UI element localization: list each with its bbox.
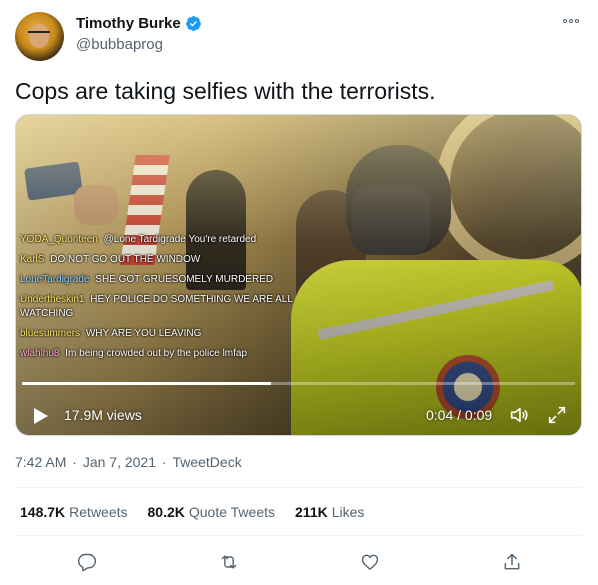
- reply-icon: [77, 553, 97, 572]
- tweet-source[interactable]: TweetDeck: [172, 454, 241, 470]
- share-button[interactable]: [497, 547, 527, 577]
- author-handle[interactable]: @bubbaprog: [76, 36, 163, 53]
- chat-line: LoneTardigrade SHE GOT GRUESOMELY MURDER…: [20, 273, 320, 287]
- play-icon[interactable]: [30, 406, 50, 426]
- chat-line: YODA_Quonteen @Lone Tardigrade You're re…: [20, 233, 320, 247]
- quotes-count: 80.2K: [147, 504, 185, 520]
- chat-line: wlahlhu8 Im being crowded out by the pol…: [20, 347, 320, 361]
- fullscreen-icon[interactable]: [546, 404, 568, 426]
- volume-icon[interactable]: [508, 404, 530, 426]
- chat-user: KarlS: [20, 254, 45, 265]
- more-dot: [575, 19, 579, 23]
- share-icon: [504, 553, 520, 570]
- chat-message: Im being crowded out by the police lmfap: [65, 348, 248, 359]
- video-player[interactable]: YODA_Quonteen @Lone Tardigrade You're re…: [15, 114, 582, 436]
- retweets-stat[interactable]: 148.7K Retweets: [20, 504, 128, 520]
- chat-line: Undertheskin1 HEY POLICE DO SOMETHING WE…: [20, 293, 320, 321]
- chat-message: DO NOT GO OUT THE WINDOW: [50, 254, 201, 265]
- likes-count: 211K: [295, 504, 328, 520]
- tweet-time[interactable]: 7:42 AM: [15, 454, 66, 470]
- chat-message: SHE GOT GRUESOMELY MURDERED: [95, 274, 274, 285]
- video-progress-fill: [22, 382, 271, 385]
- author-name[interactable]: Timothy Burke: [76, 15, 181, 32]
- likes-label: Likes: [331, 504, 365, 520]
- chat-message: WHY ARE YOU LEAVING: [85, 328, 202, 339]
- tweet-actions: [0, 547, 598, 577]
- tweet-date[interactable]: Jan 7, 2021: [83, 454, 156, 470]
- livestream-chat-overlay: YODA_Quonteen @Lone Tardigrade You're re…: [20, 233, 320, 367]
- author-name-row: Timothy Burke: [76, 15, 202, 32]
- meta-separator: ·: [68, 454, 81, 470]
- retweets-count: 148.7K: [20, 504, 66, 520]
- tweet-text: Cops are taking selfies with the terrori…: [15, 78, 436, 104]
- more-dot: [569, 19, 573, 23]
- like-button[interactable]: [355, 547, 385, 577]
- heart-icon: [361, 554, 379, 570]
- avatar[interactable]: [15, 12, 64, 61]
- video-time: 0:04 / 0:09: [426, 407, 493, 423]
- avatar-glasses: [28, 31, 50, 38]
- meta-separator: ·: [158, 454, 171, 470]
- more-options-icon[interactable]: [563, 16, 581, 26]
- chat-user: bluesummers: [20, 328, 81, 339]
- chat-line: KarlS DO NOT GO OUT THE WINDOW: [20, 253, 320, 267]
- verified-badge-icon: [185, 16, 201, 31]
- chat-message: @Lone Tardigrade You're retarded: [103, 234, 257, 245]
- retweet-icon: [221, 555, 237, 569]
- chat-line: bluesummers WHY ARE YOU LEAVING: [20, 327, 320, 341]
- divider: [15, 535, 582, 536]
- chat-user: wlahlhu8: [20, 348, 60, 359]
- chat-user: Undertheskin1: [20, 294, 85, 305]
- retweet-button[interactable]: [214, 547, 244, 577]
- tweet-stats: 148.7K Retweets 80.2K Quote Tweets 211K Lik…: [20, 504, 364, 520]
- video-progress-bar[interactable]: [22, 382, 575, 385]
- quote-tweets-stat[interactable]: 80.2K Quote Tweets: [148, 504, 276, 520]
- video-views: 17.9M views: [64, 407, 142, 423]
- reply-button[interactable]: [72, 547, 102, 577]
- chat-user: LoneTardigrade: [20, 274, 90, 285]
- tweet-meta: 7:42 AM · Jan 7, 2021 · TweetDeck: [15, 454, 244, 470]
- chat-user: YODA_Quonteen: [20, 234, 98, 245]
- retweets-label: Retweets: [69, 504, 128, 520]
- divider: [15, 487, 582, 488]
- more-dot: [563, 19, 567, 23]
- likes-stat[interactable]: 211K Likes: [295, 504, 364, 520]
- quotes-label: Quote Tweets: [188, 504, 276, 520]
